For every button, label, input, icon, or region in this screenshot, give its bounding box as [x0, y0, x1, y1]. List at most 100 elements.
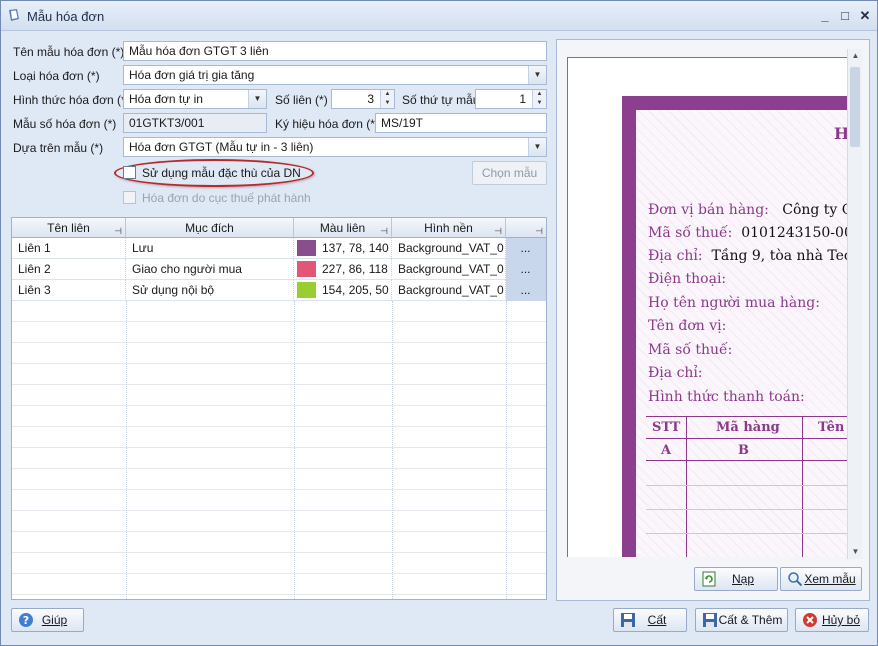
ellipsis-button[interactable]: ... [506, 238, 546, 259]
grid-header: Tên liên ⊣ Mục đích Màu liên ⊣ Hình nền ⊣ ⊣ [12, 218, 546, 238]
cat-them-button[interactable]: Cất & Thêm [695, 608, 788, 632]
hinh-thuc-select[interactable]: Hóa đơn tự in ▼ [123, 89, 267, 109]
table-row[interactable]: Liên 3 Sử dụng nội bộ 154, 205, 50 Backg… [12, 280, 546, 301]
color-swatch[interactable] [297, 240, 316, 256]
ellipsis-button[interactable]: ... [506, 280, 546, 301]
so-lien-stepper[interactable]: 3 ▲ ▼ [331, 89, 395, 109]
don-vi-ban-hang-line: Đơn vị bán hàng: Công ty Cổ [648, 202, 847, 218]
magnifier-icon [788, 572, 803, 587]
col-stt: STT [652, 420, 681, 435]
color-swatch[interactable] [297, 282, 316, 298]
hinh-thuc-value: Hóa đơn tự in [129, 92, 203, 106]
col-button[interactable]: ⊣ [506, 218, 546, 238]
table-row[interactable]: Liên 1 Lưu 137, 78, 140 Background_VAT_0… [12, 238, 546, 259]
preview-page: H Đơn vị bán hàng: Công ty Cổ Mã số thuế… [567, 57, 847, 557]
hinh-thuc-label: Hình thức hóa đơn (*) [13, 93, 130, 107]
spin-buttons[interactable]: ▲ ▼ [532, 90, 546, 108]
maximize-button[interactable]: □ [837, 8, 853, 24]
col-hinh-nen[interactable]: Hình nền ⊣ [392, 218, 506, 238]
ma-so-thue2-line: Mã số thuế: [648, 342, 733, 358]
chevron-down-icon[interactable]: ▼ [248, 90, 266, 108]
col-ten: Tên [818, 420, 845, 435]
cell-mau-lien[interactable]: 137, 78, 140 [294, 238, 392, 259]
cell-ten-lien[interactable]: Liên 1 [12, 238, 126, 259]
dua-tren-value: Hóa đơn GTGT (Mẫu tự in - 3 liên) [129, 140, 314, 154]
save-icon [703, 613, 717, 627]
grid-empty-area [12, 301, 546, 599]
spin-buttons[interactable]: ▲ ▼ [380, 90, 394, 108]
chon-mau-button[interactable]: Chọn mẫu [472, 161, 547, 185]
ky-hieu-label: Ký hiệu hóa đơn (*) [275, 117, 379, 131]
cuc-thue-label: Hóa đơn do cục thuế phát hành [142, 191, 311, 205]
cell-ten-lien[interactable]: Liên 2 [12, 259, 126, 280]
cell-muc-dich[interactable]: Lưu [126, 238, 294, 259]
scroll-down-icon[interactable]: ▼ [848, 545, 863, 559]
table-row[interactable]: Liên 2 Giao cho người mua 227, 86, 118 B… [12, 259, 546, 280]
title-bar: Mẫu hóa đơn _ □ ✕ [1, 1, 877, 31]
cat-button[interactable]: Cất [613, 608, 687, 632]
cell-hinh-nen[interactable]: Background_VAT_0 [392, 259, 506, 280]
cell-mau-lien[interactable]: 154, 205, 50 [294, 280, 392, 301]
invoice-template-window: Mẫu hóa đơn _ □ ✕ Tên mẫu hóa đơn (*) Mẫ… [0, 0, 878, 646]
loai-hoa-don-value: Hóa đơn giá trị gia tăng [129, 68, 255, 82]
cell-mau-lien[interactable]: 227, 86, 118 [294, 259, 392, 280]
su-dung-mau-checkbox[interactable] [123, 166, 136, 179]
close-button[interactable]: ✕ [857, 8, 873, 24]
help-icon: ? [19, 613, 33, 627]
lien-grid: Tên liên ⊣ Mục đích Màu liên ⊣ Hình nền ⊣ ⊣… [11, 217, 547, 600]
col-muc-dich[interactable]: Mục đích [126, 218, 294, 238]
dia-chi2-line: Địa chỉ: [648, 365, 703, 381]
col-b: B [738, 443, 749, 458]
window-title: Mẫu hóa đơn [27, 9, 105, 24]
scroll-thumb[interactable] [850, 67, 860, 147]
dien-thoai-line: Điện thoại: [648, 271, 727, 287]
ten-don-vi-line: Tên đơn vị: [648, 318, 727, 334]
xem-mau-button[interactable]: Xem mẫu [780, 567, 862, 591]
stt-mau-label: Số thứ tự mẫu [402, 93, 480, 107]
refresh-icon [702, 571, 716, 587]
cuc-thue-checkbox[interactable] [123, 191, 136, 204]
dia-chi-line: Địa chỉ: Tầng 9, tòa nhà Techn [648, 248, 847, 264]
hinh-thuc-tt-line: Hình thức thanh toán: [648, 389, 805, 405]
cell-ten-lien[interactable]: Liên 3 [12, 280, 126, 301]
su-dung-mau-label[interactable]: Sử dụng mẫu đặc thù của DN [142, 166, 301, 180]
cancel-icon [803, 613, 817, 627]
scroll-up-icon[interactable]: ▲ [848, 49, 863, 63]
giup-button[interactable]: ? Giúp [11, 608, 84, 632]
invoice-table: STT Mã hàng Tên A B [646, 416, 847, 557]
so-lien-label: Số liên (*) [275, 93, 328, 107]
loai-hoa-don-label: Loại hóa đơn (*) [13, 69, 100, 83]
minimize-button[interactable]: _ [817, 8, 833, 24]
col-ten-lien[interactable]: Tên liên ⊣ [12, 218, 126, 238]
stt-mau-stepper[interactable]: 1 ▲ ▼ [475, 89, 547, 109]
dua-tren-select[interactable]: Hóa đơn GTGT (Mẫu tự in - 3 liên) ▼ [123, 137, 547, 157]
mau-so-field: 01GTKT3/001 [123, 113, 267, 133]
huy-bo-button[interactable]: Hủy bỏ [795, 608, 869, 632]
loai-hoa-don-select[interactable]: Hóa đơn giá trị gia tăng ▼ [123, 65, 547, 85]
mau-so-label: Mẫu số hóa đơn (*) [13, 117, 117, 131]
so-lien-value: 3 [367, 92, 374, 106]
preview-scrollbar[interactable]: ▲ ▼ [847, 49, 862, 559]
stt-mau-value: 1 [519, 92, 526, 106]
ma-so-thue-line: Mã số thuế: 0101243150-005 [648, 225, 847, 241]
cell-hinh-nen[interactable]: Background_VAT_0 [392, 280, 506, 301]
ellipsis-button[interactable]: ... [506, 259, 546, 280]
ten-mau-input[interactable]: Mẫu hóa đơn GTGT 3 liên [123, 41, 547, 61]
invoice-title-fragment: H [834, 124, 847, 143]
col-ma-hang: Mã hàng [716, 420, 780, 435]
cell-muc-dich[interactable]: Sử dụng nội bộ [126, 280, 294, 301]
cell-hinh-nen[interactable]: Background_VAT_0 [392, 238, 506, 259]
svg-text:?: ? [23, 614, 29, 627]
color-swatch[interactable] [297, 261, 316, 277]
chevron-down-icon[interactable]: ▼ [528, 138, 546, 156]
cell-muc-dich[interactable]: Giao cho người mua [126, 259, 294, 280]
col-mau-lien[interactable]: Màu liên ⊣ [294, 218, 392, 238]
app-icon [9, 9, 19, 21]
nap-button[interactable]: Nạp [694, 567, 778, 591]
dua-tren-label: Dựa trên mẫu (*) [13, 141, 104, 155]
ho-ten-line: Họ tên người mua hàng: [648, 295, 820, 311]
ky-hieu-input[interactable]: MS/19T [375, 113, 547, 133]
col-a: A [661, 443, 672, 458]
chevron-down-icon[interactable]: ▼ [528, 66, 546, 84]
ten-mau-label: Tên mẫu hóa đơn (*) [13, 45, 125, 59]
